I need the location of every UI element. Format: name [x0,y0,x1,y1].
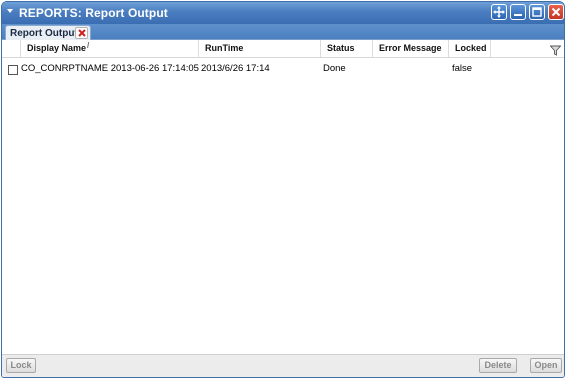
column-header-locked[interactable]: Locked [448,40,490,57]
cell-runtime: 2013/6/26 17:14 [201,63,270,74]
tab-report-output[interactable]: Report Output [5,25,91,41]
row-checkbox[interactable] [8,65,18,75]
table-row[interactable]: CO_CONRPTNAME 2013-06-26 17:14:05 2013/6… [2,60,564,78]
column-header-status[interactable]: Status [320,40,372,57]
column-label: Status [327,43,355,53]
column-header-runtime[interactable]: RunTime [198,40,320,57]
tab-label: Report Output [10,28,78,39]
column-label: Error Message [379,43,442,53]
cell-locked: false [452,63,473,74]
collapse-arrow-icon[interactable] [7,9,13,13]
grid-header: Display Name/ RunTime Status Error Messa… [2,40,564,58]
column-header-error-message[interactable]: Error Message [372,40,448,57]
select-column-header [2,40,20,57]
lock-button[interactable]: Lock [6,358,36,373]
move-icon[interactable] [491,4,507,20]
cell-display-name: CO_CONRPTNAME 2013-06-26 17:14:05 [21,63,199,74]
window-title: REPORTS: Report Output [19,6,168,20]
column-label: RunTime [205,43,244,53]
column-label: Locked [455,43,487,53]
maximize-icon[interactable] [529,4,545,20]
filter-funnel-icon[interactable] [549,43,562,61]
open-button[interactable]: Open [530,358,562,373]
close-x-icon[interactable] [75,27,88,39]
column-header-display-name[interactable]: Display Name/ [20,40,198,57]
minimize-icon[interactable] [510,4,526,20]
title-bar[interactable]: REPORTS: Report Output [2,2,564,24]
tab-strip: Report Output [2,24,564,41]
report-output-window: REPORTS: Report Output Report Output Dis… [1,1,565,378]
column-label: Display Name [27,43,87,53]
sort-indicator-icon: / [87,41,90,50]
cell-status: Done [323,63,346,74]
close-icon[interactable] [548,4,564,20]
delete-button[interactable]: Delete [479,358,517,373]
footer-toolbar: Lock Delete Open [2,354,564,377]
